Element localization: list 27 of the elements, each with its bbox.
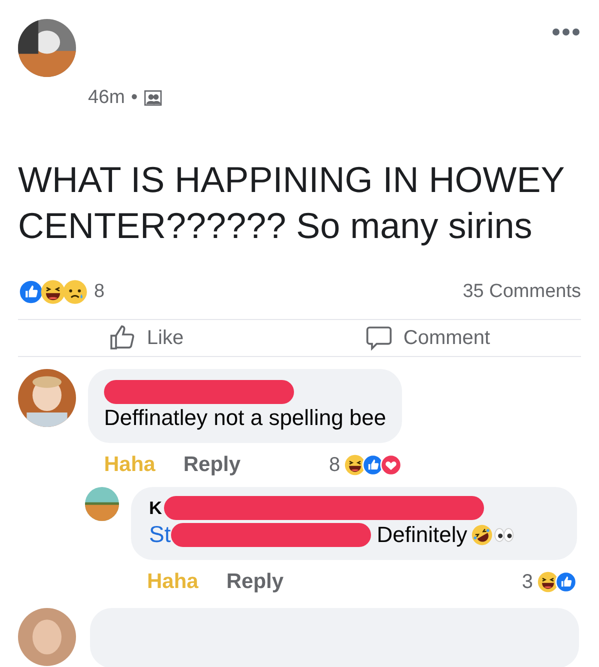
reaction-count[interactable]: 3 (522, 570, 533, 594)
like-reaction-icon (555, 571, 577, 593)
more-options-icon[interactable] (551, 27, 581, 37)
author-name[interactable]: K (149, 498, 162, 518)
thumbs-up-icon (108, 324, 137, 352)
reply-link[interactable]: Reply (226, 570, 284, 594)
post-time[interactable]: 46m (88, 87, 125, 109)
laughing-reaction-icon (40, 279, 66, 305)
like-reaction-icon (18, 279, 44, 305)
people-image-icon (144, 89, 162, 107)
laughing-reaction-icon (344, 454, 366, 476)
separator-dot: • (130, 87, 138, 109)
comment-button[interactable]: Comment (357, 320, 498, 356)
heart-reaction-icon (380, 454, 402, 476)
comment-text: Deffinatley not a spelling bee (104, 405, 386, 431)
reply-link[interactable]: Reply (183, 453, 241, 477)
comment-text: Definitely (376, 522, 468, 548)
reaction-count[interactable]: 8 (94, 281, 105, 303)
speech-bubble-icon (365, 324, 394, 352)
laughing-reaction-icon (537, 571, 559, 593)
mention-link[interactable]: St (149, 521, 171, 548)
reaction-count[interactable]: 8 (329, 454, 340, 476)
like-button[interactable]: Like (100, 320, 192, 356)
rolling-laughing-emoji-icon (471, 524, 494, 546)
post-text: WHAT IS HAPPINING IN HOWEY CENTER?????? So many sirins (17, 158, 566, 248)
sad-reaction-icon (62, 279, 88, 305)
comment-count[interactable]: 35 Comments (462, 281, 581, 303)
